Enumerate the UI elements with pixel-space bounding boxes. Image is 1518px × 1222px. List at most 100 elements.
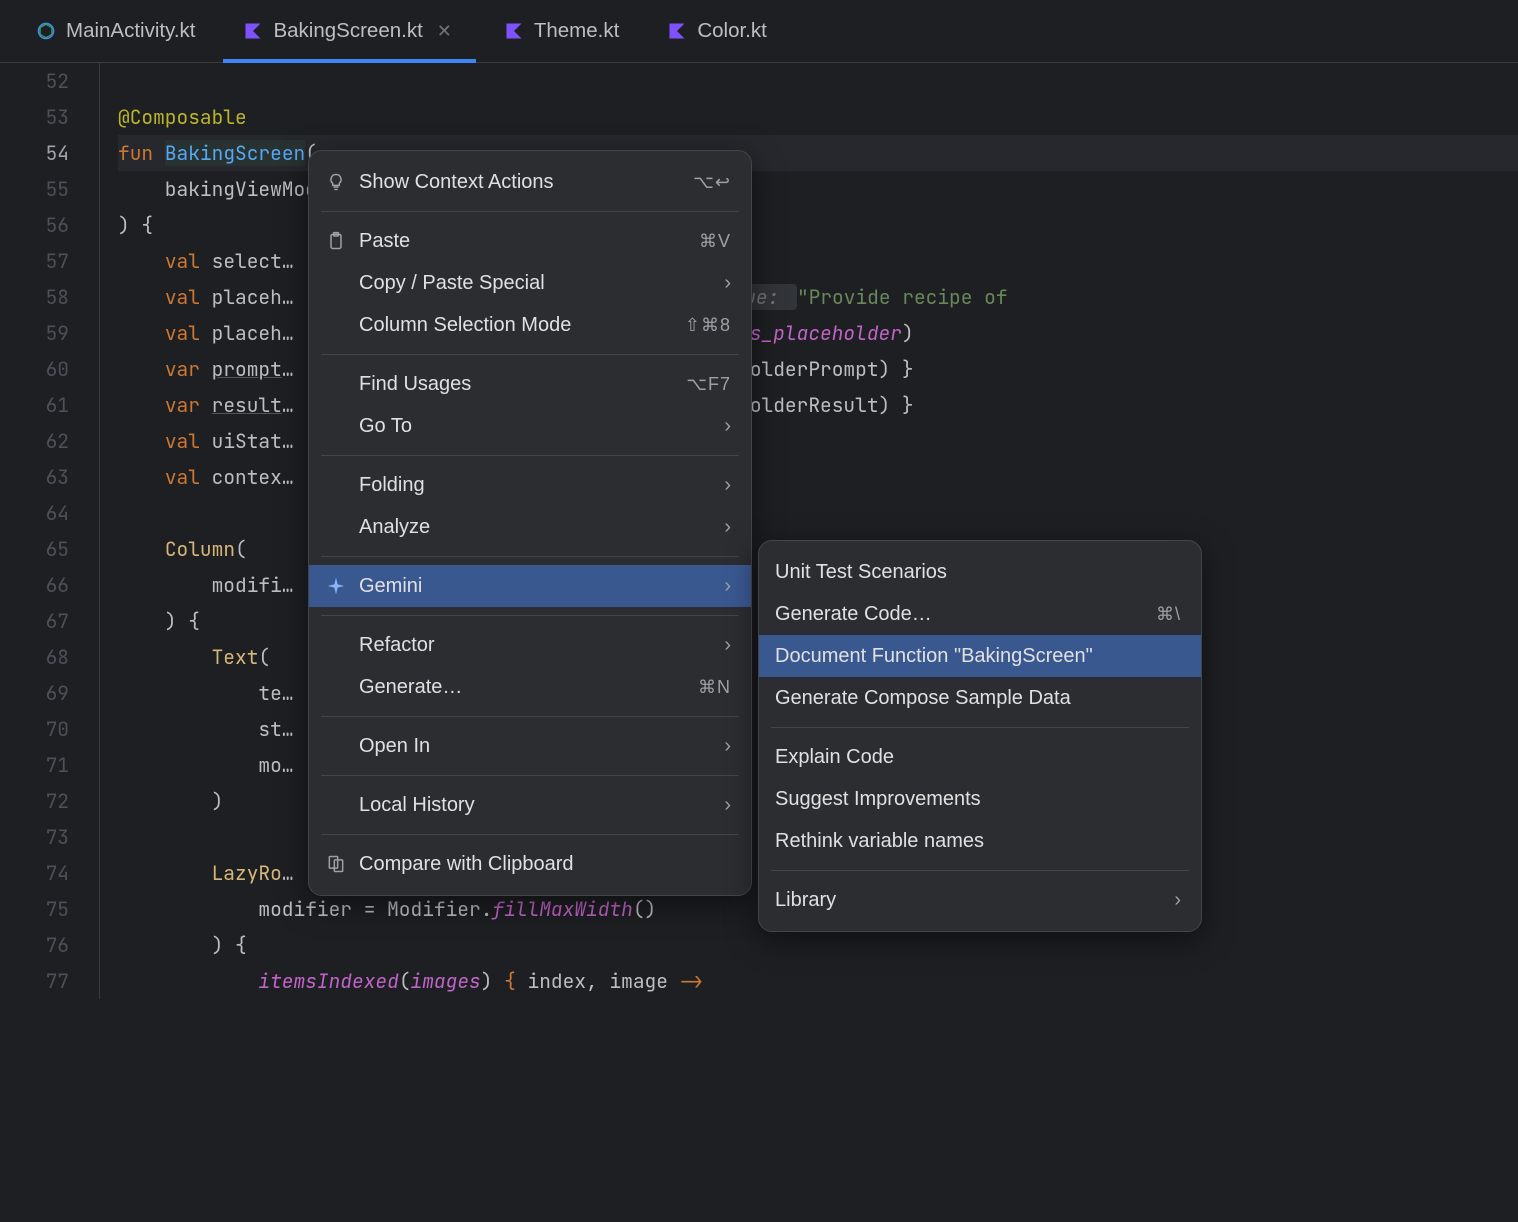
code-line[interactable]: itemsIndexed(images) { index, image -> (118, 963, 1518, 999)
line-number: 57 (0, 243, 69, 279)
clipboard-icon (325, 230, 347, 252)
kotlin-icon (667, 21, 687, 41)
menu-item-label: Suggest Improvements (775, 788, 1181, 811)
menu-item-label: Generate… (359, 676, 686, 699)
line-number: 73 (0, 819, 69, 855)
menu-item-label: Open In (359, 735, 712, 758)
tab-label: Theme.kt (534, 19, 619, 43)
menu-item-label: Find Usages (359, 373, 674, 396)
menu-item-document-function-bakingscreen[interactable]: Document Function "BakingScreen" (759, 635, 1201, 677)
line-number: 54 (0, 135, 69, 171)
code-line[interactable]: @Composable (118, 99, 1518, 135)
menu-item-copy-paste-special[interactable]: Copy / Paste Special › (309, 262, 751, 304)
menu-separator (321, 775, 739, 776)
line-number: 77 (0, 963, 69, 999)
menu-item-library[interactable]: Library› (759, 879, 1201, 921)
menu-item-label: Compare with Clipboard (359, 853, 731, 876)
compose-icon (36, 21, 56, 41)
menu-item-label: Copy / Paste Special (359, 272, 712, 295)
code-line[interactable] (118, 63, 1518, 99)
chevron-right-icon: › (724, 575, 731, 598)
menu-item-compare-with-clipboard[interactable]: Compare with Clipboard (309, 843, 751, 885)
menu-item-label: Show Context Actions (359, 171, 681, 194)
line-number: 52 (0, 63, 69, 99)
line-number: 58 (0, 279, 69, 315)
line-number: 75 (0, 891, 69, 927)
chevron-right-icon: › (724, 794, 731, 817)
menu-item-label: Paste (359, 230, 687, 253)
menu-item-refactor[interactable]: Refactor› (309, 624, 751, 666)
menu-item-analyze[interactable]: Analyze› (309, 506, 751, 548)
menu-item-column-selection-mode[interactable]: Column Selection Mode ⇧⌘8 (309, 304, 751, 346)
menu-separator (321, 556, 739, 557)
line-number: 53 (0, 99, 69, 135)
line-number: 71 (0, 747, 69, 783)
diff-icon (325, 853, 347, 875)
line-number: 59 (0, 315, 69, 351)
chevron-right-icon: › (1174, 889, 1181, 912)
line-number: 56 (0, 207, 69, 243)
menu-item-suggest-improvements[interactable]: Suggest Improvements (759, 778, 1201, 820)
menu-item-show-context-actions[interactable]: Show Context Actions ⌥↩ (309, 161, 751, 203)
menu-separator (771, 727, 1189, 728)
context-menu: Show Context Actions⌥↩Paste⌘VCopy / Past… (308, 150, 752, 896)
menu-item-open-in[interactable]: Open In› (309, 725, 751, 767)
menu-item-label: Folding (359, 474, 712, 497)
shortcut: ⌘N (698, 677, 731, 698)
chevron-right-icon: › (724, 272, 731, 295)
menu-item-paste[interactable]: Paste⌘V (309, 220, 751, 262)
line-number: 76 (0, 927, 69, 963)
tab-theme[interactable]: Theme.kt (484, 0, 639, 62)
editor-tabs: MainActivity.kt BakingScreen.kt ✕ Theme.… (0, 0, 1518, 63)
menu-item-generate[interactable]: Generate… ⌘N (309, 666, 751, 708)
line-number: 66 (0, 567, 69, 603)
menu-item-generate-code[interactable]: Generate Code… ⌘\ (759, 593, 1201, 635)
shortcut: ⌥F7 (686, 374, 731, 395)
gemini-icon (325, 575, 347, 597)
menu-item-label: Explain Code (775, 746, 1181, 769)
menu-item-label: Generate Code… (775, 603, 1144, 626)
shortcut: ⌥↩ (693, 172, 731, 193)
menu-item-folding[interactable]: Folding› (309, 464, 751, 506)
menu-separator (321, 354, 739, 355)
bulb-icon (325, 171, 347, 193)
menu-item-unit-test-scenarios[interactable]: Unit Test Scenarios (759, 551, 1201, 593)
line-number: 72 (0, 783, 69, 819)
gemini-submenu: Unit Test Scenarios Generate Code… ⌘\ Docum… (758, 540, 1202, 932)
menu-item-gemini[interactable]: Gemini› (309, 565, 751, 607)
gutter: 5253545556575859606162636465666768697071… (0, 63, 100, 999)
close-icon[interactable]: ✕ (433, 19, 456, 44)
shortcut: ⌘\ (1156, 604, 1181, 625)
menu-separator (771, 870, 1189, 871)
line-number: 60 (0, 351, 69, 387)
menu-item-local-history[interactable]: Local History › (309, 784, 751, 826)
chevron-right-icon: › (724, 415, 731, 438)
menu-item-find-usages[interactable]: Find Usages ⌥F7 (309, 363, 751, 405)
menu-item-label: Go To (359, 415, 712, 438)
menu-separator (321, 211, 739, 212)
menu-item-go-to[interactable]: Go To › (309, 405, 751, 447)
code-line[interactable]: ) { (118, 927, 1518, 963)
menu-item-explain-code[interactable]: Explain Code (759, 736, 1201, 778)
tab-bakingscreen[interactable]: BakingScreen.kt ✕ (223, 0, 475, 62)
line-number: 69 (0, 675, 69, 711)
menu-separator (321, 716, 739, 717)
menu-item-label: Generate Compose Sample Data (775, 687, 1181, 710)
menu-separator (321, 615, 739, 616)
menu-separator (321, 834, 739, 835)
menu-item-generate-compose-sample-data[interactable]: Generate Compose Sample Data (759, 677, 1201, 719)
tab-color[interactable]: Color.kt (647, 0, 787, 62)
line-number: 70 (0, 711, 69, 747)
chevron-right-icon: › (724, 634, 731, 657)
menu-item-label: Unit Test Scenarios (775, 561, 1181, 584)
menu-item-rethink-variable-names[interactable]: Rethink variable names (759, 820, 1201, 862)
shortcut: ⇧⌘8 (685, 315, 731, 336)
line-number: 62 (0, 423, 69, 459)
line-number: 74 (0, 855, 69, 891)
menu-item-label: Local History (359, 794, 712, 817)
line-number: 55 (0, 171, 69, 207)
tab-mainactivity[interactable]: MainActivity.kt (16, 0, 215, 62)
menu-item-label: Analyze (359, 516, 712, 539)
menu-item-label: Column Selection Mode (359, 314, 673, 337)
line-number: 61 (0, 387, 69, 423)
